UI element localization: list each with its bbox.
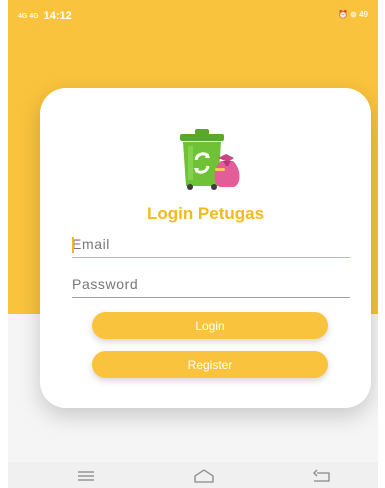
recycle-bin-icon xyxy=(180,129,240,190)
register-button[interactable]: Register xyxy=(92,351,328,378)
status-bar: 4G 4G 14:12 ⏰ ⊜ 49 xyxy=(8,0,378,30)
status-time: 14:12 xyxy=(43,10,72,22)
password-field[interactable] xyxy=(72,274,350,298)
status-left: 4G 4G 14:12 xyxy=(18,10,72,22)
text-cursor xyxy=(72,237,74,253)
status-indicators: ⏰ ⊜ 49 xyxy=(337,10,368,19)
navigation-bar xyxy=(8,462,378,488)
home-icon[interactable] xyxy=(192,467,216,485)
login-card: Login Petugas Login Register xyxy=(40,88,371,408)
back-icon[interactable] xyxy=(310,467,334,485)
login-button[interactable]: Login xyxy=(92,312,328,339)
menu-icon[interactable] xyxy=(74,467,98,485)
app-screen: 4G 4G 14:12 ⏰ ⊜ 49 Login Petugas Email L… xyxy=(8,0,378,488)
email-field[interactable] xyxy=(72,234,350,258)
page-title: Login Petugas xyxy=(146,204,265,223)
signal-indicator: 4G 4G xyxy=(18,12,39,20)
